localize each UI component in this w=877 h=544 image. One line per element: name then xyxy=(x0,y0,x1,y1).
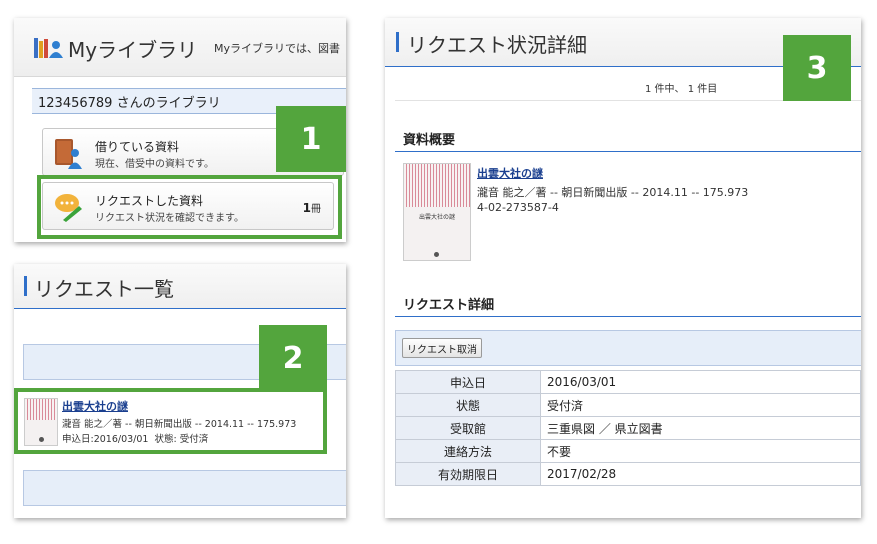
mylibrary-subtitle: Myライブラリでは、図書 xyxy=(214,42,340,55)
book-cover-title: 出雲大社の謎 xyxy=(418,214,455,221)
list-item-status: 申込日:2016/03/01 状態: 受付済 xyxy=(62,434,209,445)
detail-row: 状態 受付済 xyxy=(395,393,861,417)
detail-row-label: 状態 xyxy=(395,393,541,417)
title-rule xyxy=(14,308,346,309)
title-accent-bar xyxy=(396,32,399,52)
detail-row-value: 三重県図 ／ 県立図書 xyxy=(540,416,861,440)
detail-row: 連絡方法 不要 xyxy=(395,439,861,463)
list-item-title-link[interactable]: 出雲大社の謎 xyxy=(62,398,128,414)
highlight-frame-2: 出雲大社の謎 瀧音 能之／著 -- 朝日新聞出版 -- 2014.11 -- 1… xyxy=(14,388,327,454)
step-badge-3: 3 xyxy=(783,35,851,101)
request-detail-table: 申込日 2016/03/01 状態 受付済 受取館 三重県図 ／ 県立図書 連絡方法 不要 有効… xyxy=(395,370,861,486)
overview-heading: 資料概要 xyxy=(403,133,456,148)
book-cover-thumb xyxy=(24,398,58,446)
paging-text: 1 件中、 1 件目 xyxy=(645,84,718,95)
list-footer-bar xyxy=(23,470,346,506)
cancel-request-button[interactable]: リクエスト取消 xyxy=(402,338,482,358)
step-badge-1: 1 xyxy=(276,106,346,172)
title-accent-bar xyxy=(24,276,27,296)
highlight-frame-1 xyxy=(37,175,342,239)
detail-row-label: 連絡方法 xyxy=(395,439,541,463)
borrowed-title: 借りている資料 xyxy=(95,140,180,154)
detail-row: 申込日 2016/03/01 xyxy=(395,370,861,394)
detail-row-label: 有効期限日 xyxy=(395,462,541,486)
detail-row-value: 不要 xyxy=(540,439,861,463)
list-item-meta: 瀧音 能之／著 -- 朝日新聞出版 -- 2014.11 -- 175.973 xyxy=(62,419,297,430)
detail-row-label: 申込日 xyxy=(395,370,541,394)
detail-book-meta: 瀧音 能之／著 -- 朝日新聞出版 -- 2014.11 -- 175.973 xyxy=(477,186,749,199)
overview-rule xyxy=(395,151,861,152)
borrowed-desc: 現在、借受中の資料です。 xyxy=(95,159,214,170)
book-person-icon xyxy=(53,137,83,169)
cancel-bar: リクエスト取消 xyxy=(395,330,861,366)
detail-row-value: 受付済 xyxy=(540,393,861,417)
detail-row: 受取館 三重県図 ／ 県立図書 xyxy=(395,416,861,440)
detail-row-value: 2016/03/01 xyxy=(540,370,861,394)
detail-book-title-link[interactable]: 出雲大社の謎 xyxy=(477,165,543,181)
detail-title: リクエスト状況詳細 xyxy=(407,33,587,57)
detail-row: 有効期限日 2017/02/28 xyxy=(395,462,861,486)
detail-book-isbn: 4-02-273587-4 xyxy=(477,201,559,214)
request-detail-heading: リクエスト詳細 xyxy=(403,298,495,313)
request-detail-rule xyxy=(395,316,861,317)
detail-row-value: 2017/02/28 xyxy=(540,462,861,486)
books-person-icon xyxy=(34,36,64,60)
mylibrary-title: Myライブラリ xyxy=(68,38,198,62)
request-list-title: リクエスト一覧 xyxy=(34,277,174,301)
step-badge-2: 2 xyxy=(259,325,327,391)
detail-row-label: 受取館 xyxy=(395,416,541,440)
user-line-text: 123456789 さんのライブラリ xyxy=(38,96,221,111)
book-cover: 出雲大社の謎 xyxy=(403,163,471,261)
